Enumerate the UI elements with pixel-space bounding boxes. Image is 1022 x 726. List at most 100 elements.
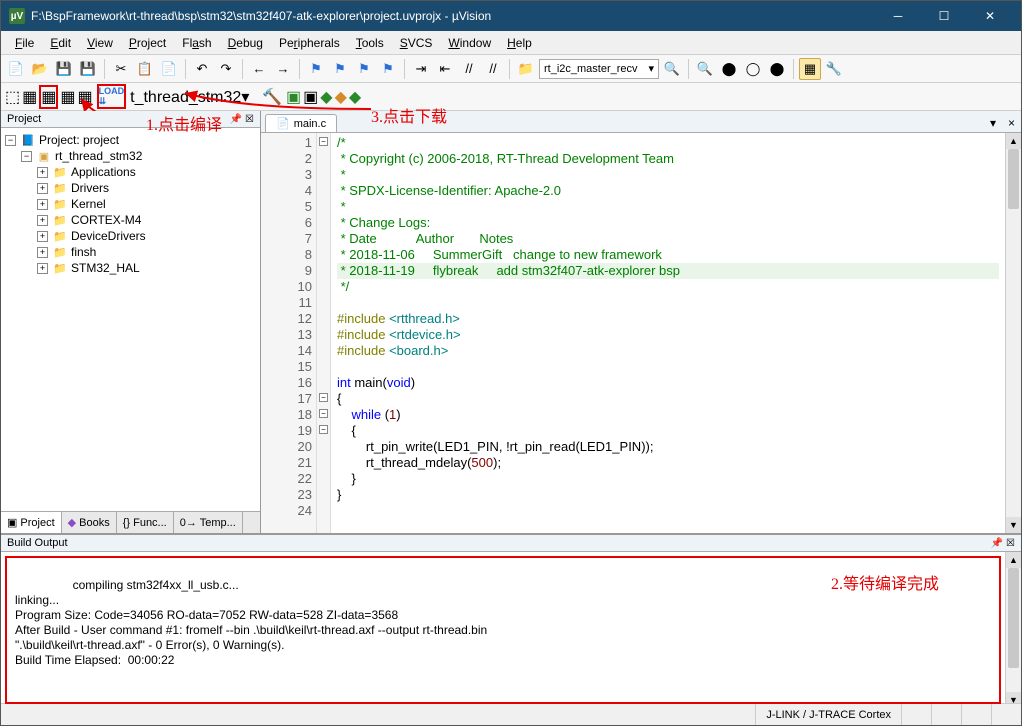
copy-icon[interactable]: 📋 <box>134 58 156 80</box>
close-button[interactable]: ✕ <box>967 1 1013 31</box>
bookmark-prev-icon[interactable]: ⚑ <box>329 58 351 80</box>
expand-icon[interactable]: + <box>37 167 48 178</box>
fold-icon[interactable]: − <box>319 137 328 146</box>
bookmark-clear-icon[interactable]: ⚑ <box>377 58 399 80</box>
toolbar-file: 📄 📂 💾 💾 ✂ 📋 📄 ↶ ↷ ← → ⚑ ⚑ ⚑ ⚑ ⇥ ⇤ // // … <box>1 55 1021 83</box>
tree-group[interactable]: +📁DeviceDrivers <box>3 228 258 244</box>
menu-peripherals[interactable]: Peripherals <box>271 34 348 52</box>
menu-flash[interactable]: Flash <box>174 34 219 52</box>
project-tree[interactable]: − 📘 Project: project − ▣ rt_thread_stm32… <box>1 128 260 511</box>
uncomment-icon[interactable]: // <box>482 58 504 80</box>
scroll-down-icon[interactable]: ▼ <box>1006 517 1021 533</box>
tree-group[interactable]: +📁Applications <box>3 164 258 180</box>
breakpoint-icon[interactable]: ⬤ <box>718 58 740 80</box>
expand-icon[interactable]: + <box>37 199 48 210</box>
tree-group[interactable]: +📁Kernel <box>3 196 258 212</box>
build-vertical-scrollbar[interactable]: ▲ ▼ <box>1005 552 1021 708</box>
save-all-icon[interactable]: 💾 <box>77 58 99 80</box>
nav-back-icon[interactable]: ← <box>248 58 270 80</box>
menubar: File Edit View Project Flash Debug Perip… <box>1 31 1021 55</box>
expand-icon[interactable]: + <box>37 247 48 258</box>
tree-group[interactable]: +📁STM32_HAL <box>3 260 258 276</box>
bookmark-next-icon[interactable]: ⚑ <box>353 58 375 80</box>
fold-gutter[interactable]: − − − − <box>317 133 331 533</box>
menu-project[interactable]: Project <box>121 34 174 52</box>
expand-icon[interactable]: + <box>37 183 48 194</box>
menu-window[interactable]: Window <box>440 34 499 52</box>
code-editor[interactable]: 123456789101112131415161718192021222324 … <box>261 133 1021 533</box>
pin-icon[interactable]: 📌 <box>991 538 1003 549</box>
cut-icon[interactable]: ✂ <box>110 58 132 80</box>
fold-icon[interactable]: − <box>319 393 328 402</box>
pane-close-icon[interactable]: ☒ <box>1006 538 1015 549</box>
scroll-up-icon[interactable]: ▲ <box>1006 133 1021 149</box>
fold-icon[interactable]: − <box>319 409 328 418</box>
status-cell-4 <box>991 704 1021 725</box>
menu-debug[interactable]: Debug <box>220 34 271 52</box>
tree-group[interactable]: + 📁Drivers <box>3 180 258 196</box>
menu-view[interactable]: View <box>79 34 121 52</box>
expand-icon[interactable]: − <box>21 151 32 162</box>
tree-group[interactable]: +📁CORTEX-M4 <box>3 212 258 228</box>
redo-icon[interactable]: ↷ <box>215 58 237 80</box>
save-icon[interactable]: 💾 <box>53 58 75 80</box>
bookmark-icon[interactable]: ⚑ <box>305 58 327 80</box>
build-text-content: compiling stm32f4xx_ll_usb.c... linking.… <box>15 578 487 667</box>
menu-help[interactable]: Help <box>499 34 540 52</box>
indent-icon[interactable]: ⇥ <box>410 58 432 80</box>
expand-icon[interactable]: + <box>37 263 48 274</box>
editor-tab-mainc[interactable]: 📄 main.c <box>265 114 337 132</box>
menu-svcs[interactable]: SVCS <box>392 34 441 52</box>
expand-icon[interactable]: − <box>5 135 16 146</box>
menu-tools[interactable]: Tools <box>348 34 392 52</box>
maximize-button[interactable]: ☐ <box>921 1 967 31</box>
new-file-icon[interactable]: 📄 <box>5 58 27 80</box>
scroll-thumb[interactable] <box>1008 149 1019 209</box>
build-output-text[interactable]: compiling stm32f4xx_ll_usb.c... linking.… <box>5 556 1001 704</box>
pin-icon[interactable]: 📌 <box>230 114 242 125</box>
books-tab-icon: ◆ <box>68 516 76 529</box>
comment-icon[interactable]: // <box>458 58 480 80</box>
editor-tabbar: 📄 main.c ▾ × <box>261 111 1021 133</box>
scroll-thumb[interactable] <box>1008 568 1019 668</box>
code-area[interactable]: /* * Copyright (c) 2006-2018, RT-Thread … <box>331 133 1005 533</box>
build-icon[interactable]: ▦ <box>39 85 58 109</box>
translate-icon[interactable]: ⬚ <box>5 87 20 107</box>
paste-icon[interactable]: 📄 <box>158 58 180 80</box>
nav-forward-icon[interactable]: → <box>272 58 294 80</box>
tree-group[interactable]: +📁finsh <box>3 244 258 260</box>
find-in-files-icon[interactable]: 📁 <box>515 58 537 80</box>
fold-icon[interactable]: − <box>319 425 328 434</box>
window-layout-icon[interactable]: ▦ <box>799 58 821 80</box>
breakpoint-kill-icon[interactable]: ⬤ <box>766 58 788 80</box>
vertical-scrollbar[interactable]: ▲ ▼ <box>1005 133 1021 533</box>
debug-start-icon[interactable]: 🔍 <box>694 58 716 80</box>
pane-close-icon[interactable]: ☒ <box>245 114 254 125</box>
tree-group-label: finsh <box>71 245 96 259</box>
tab-functions[interactable]: {} Func... <box>117 512 174 533</box>
outdent-icon[interactable]: ⇤ <box>434 58 456 80</box>
open-file-icon[interactable]: 📂 <box>29 58 51 80</box>
folder-icon: 📁 <box>52 181 68 195</box>
find-icon[interactable]: 🔍 <box>661 58 683 80</box>
undo-icon[interactable]: ↶ <box>191 58 213 80</box>
find-combo[interactable]: rt_i2c_master_recv▾ <box>539 59 659 79</box>
minimize-button[interactable]: ─ <box>875 1 921 31</box>
status-debugger: J-LINK / J-TRACE Cortex <box>755 704 901 725</box>
expand-icon[interactable]: + <box>37 231 48 242</box>
tree-group-label: Drivers <box>71 181 109 195</box>
tab-templates[interactable]: 0→ Temp... <box>174 512 243 533</box>
scroll-up-icon[interactable]: ▲ <box>1006 552 1021 568</box>
expand-icon[interactable]: + <box>37 215 48 226</box>
build-target-icon[interactable]: ▦ <box>22 87 37 107</box>
breakpoint-disable-icon[interactable]: ◯ <box>742 58 764 80</box>
tree-root[interactable]: − 📘 Project: project <box>3 132 258 148</box>
editor-dropdown-icon[interactable]: ▾ <box>984 114 1002 132</box>
tree-target[interactable]: − ▣ rt_thread_stm32 <box>3 148 258 164</box>
editor-close-icon[interactable]: × <box>1002 114 1021 132</box>
configure-icon[interactable]: 🔧 <box>823 58 845 80</box>
menu-edit[interactable]: Edit <box>42 34 79 52</box>
menu-file[interactable]: File <box>7 34 42 52</box>
tab-project[interactable]: ▣Project <box>1 512 62 533</box>
tab-books[interactable]: ◆Books <box>62 512 117 533</box>
